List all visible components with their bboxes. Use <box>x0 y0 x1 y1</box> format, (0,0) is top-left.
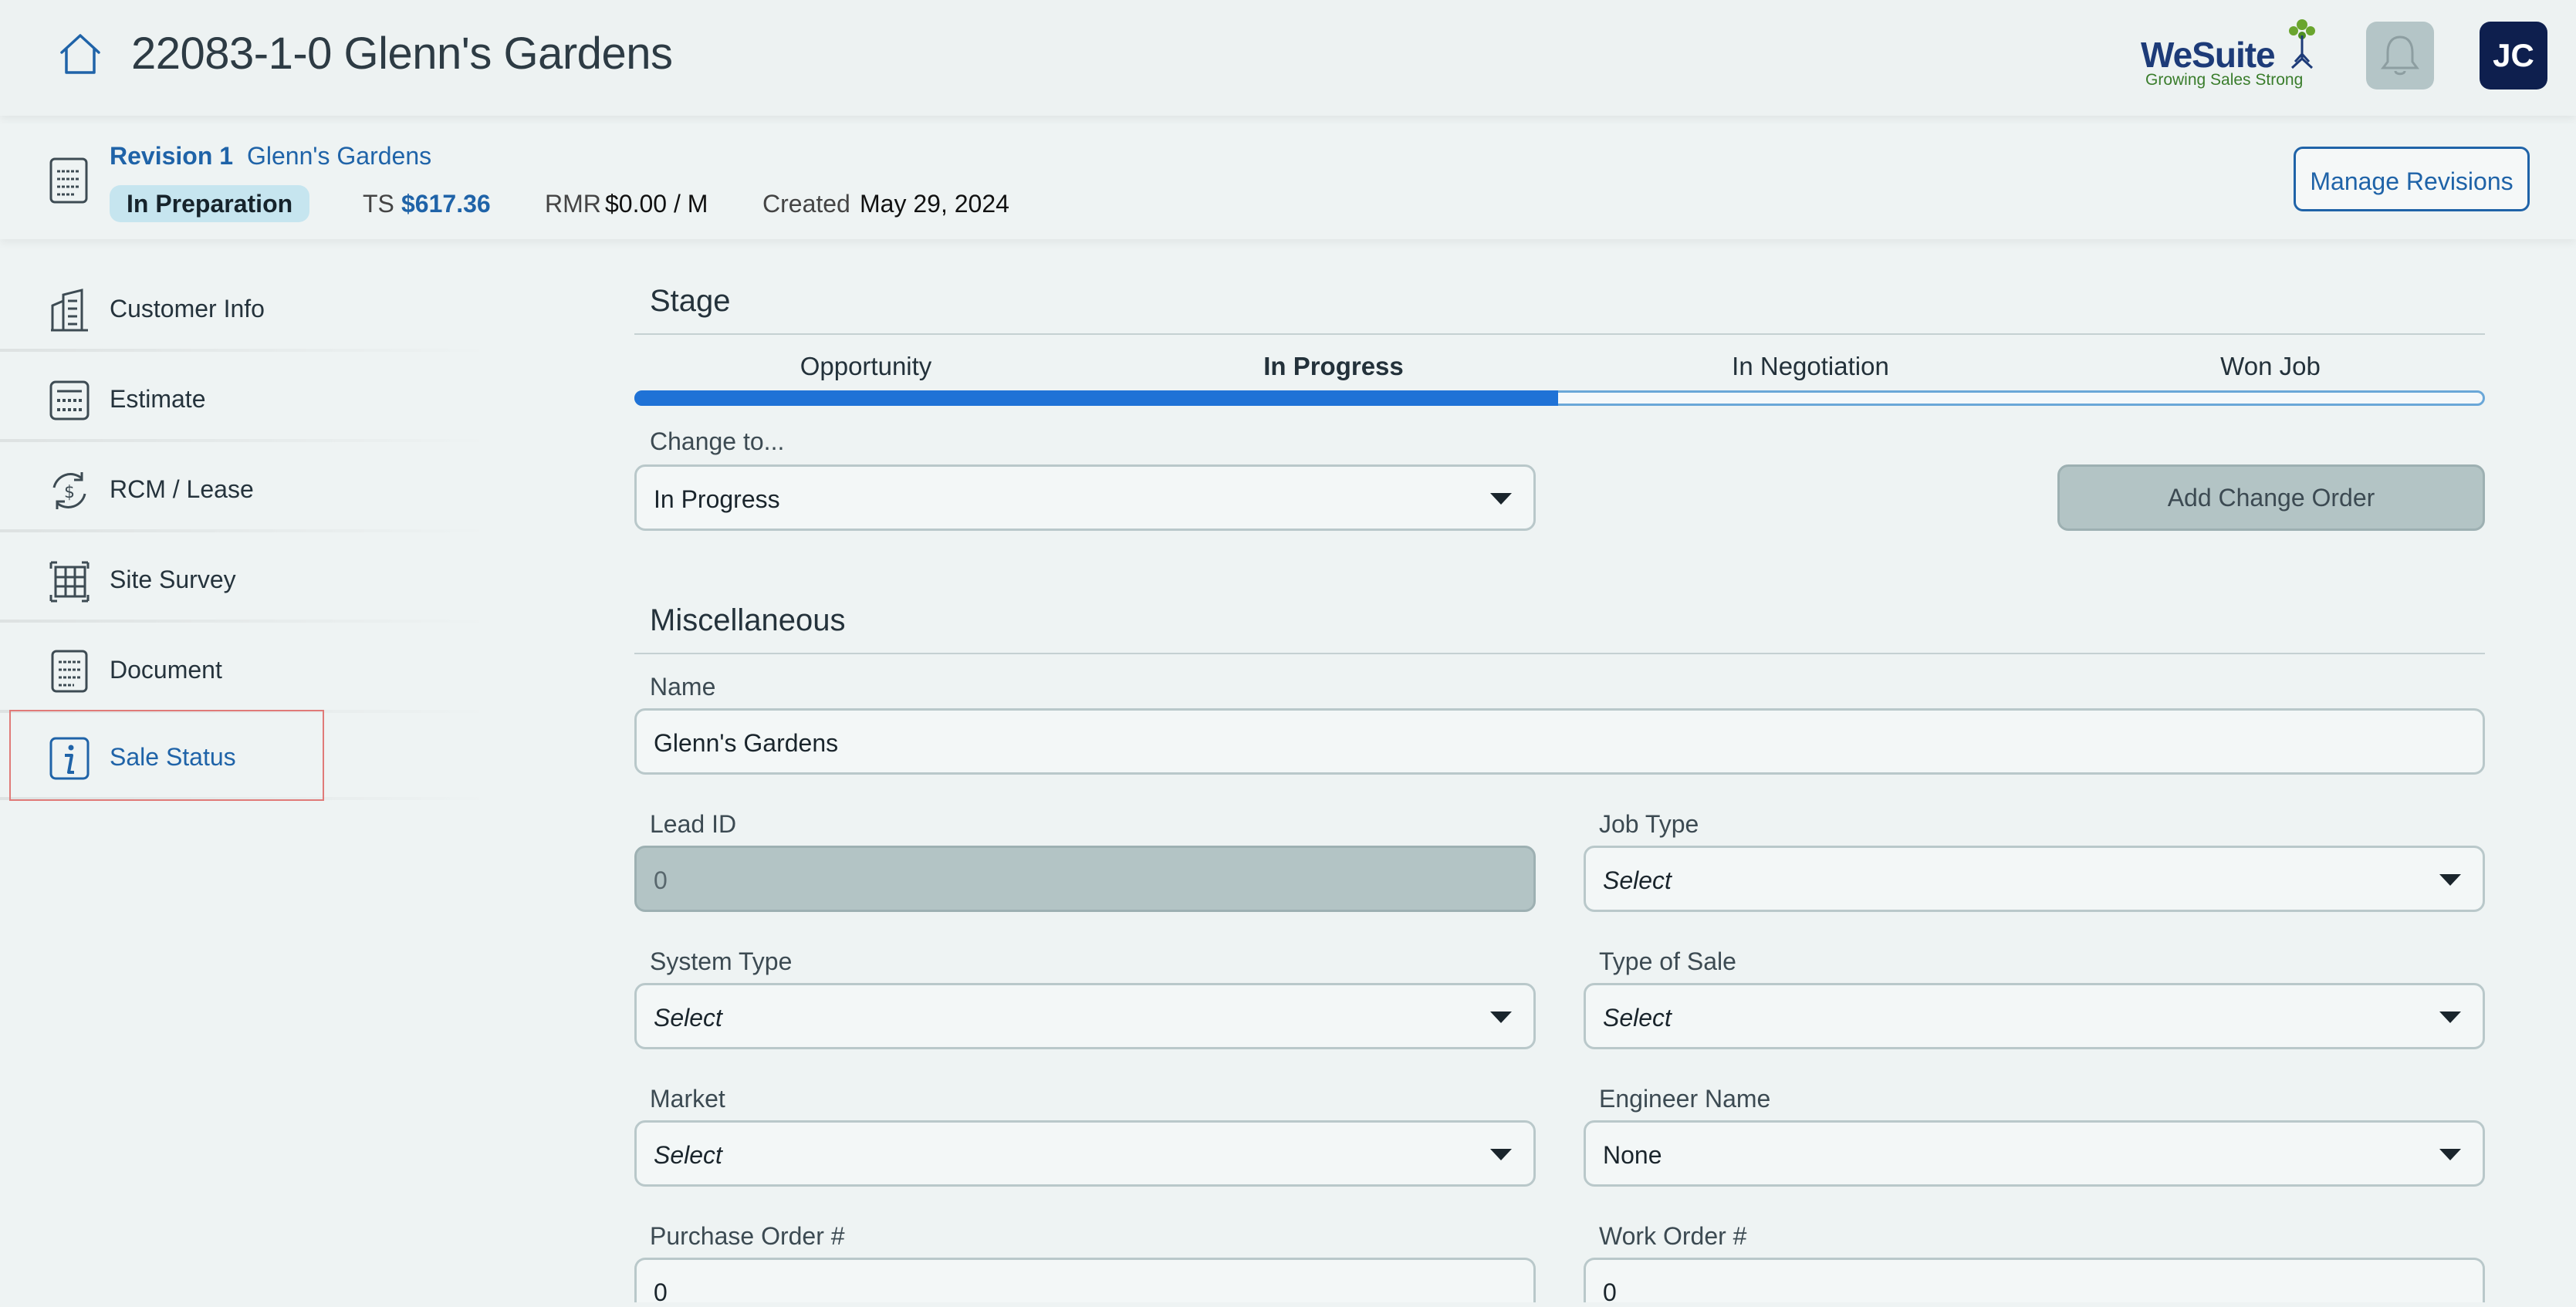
logo-wordmark: WeSuite <box>2141 35 2276 75</box>
home-icon[interactable] <box>56 29 105 79</box>
job-type-value: Select <box>1603 866 1672 894</box>
stage-step-in-progress[interactable]: In Progress <box>1102 352 1565 381</box>
created-label: Created <box>762 190 850 218</box>
work-order-field[interactable]: 0 <box>1584 1258 2485 1306</box>
sidebar-item-label: Customer Info <box>110 295 265 323</box>
miscellaneous-section-title: Miscellaneous <box>650 603 846 637</box>
sidebar-item-site-survey[interactable]: Site Survey <box>0 536 494 623</box>
rmr-label: RMR <box>545 190 601 218</box>
sidebar-item-label: Document <box>110 656 222 684</box>
job-type-label: Job Type <box>1599 810 1699 838</box>
selection-highlight <box>9 710 324 801</box>
ts-label: TS <box>363 190 394 218</box>
change-to-value: In Progress <box>654 485 780 513</box>
revision-name[interactable]: Glenn's Gardens <box>247 142 431 171</box>
chevron-down-icon <box>2439 1149 2461 1160</box>
document-icon <box>49 157 88 204</box>
lead-id-label: Lead ID <box>650 810 737 838</box>
rmr-value: $0.00 / M <box>605 190 708 218</box>
dollar-cycle-icon: $ <box>52 472 86 509</box>
sidebar-item-estimate[interactable]: Estimate <box>0 356 494 442</box>
divider <box>0 620 494 623</box>
chevron-down-icon <box>2439 874 2461 886</box>
sidebar-item-label: Estimate <box>110 385 206 413</box>
market-select[interactable]: Select <box>634 1120 1536 1187</box>
divider <box>0 349 494 352</box>
chevron-down-icon <box>1490 1149 1512 1160</box>
logo-tagline: Growing Sales Strong <box>2145 71 2304 89</box>
svg-text:$: $ <box>64 483 75 502</box>
name-value: Glenn's Gardens <box>654 729 839 757</box>
purchase-order-value: 0 <box>654 1278 668 1306</box>
market-label: Market <box>650 1085 725 1113</box>
user-avatar[interactable]: JC <box>2480 22 2547 89</box>
type-of-sale-value: Select <box>1603 1004 1672 1032</box>
page-title: 22083-1-0 Glenn's Gardens <box>131 29 673 79</box>
stage-step-in-negotiation[interactable]: In Negotiation <box>1579 352 2042 381</box>
revision-label: Revision 1 <box>110 142 234 170</box>
stage-progress-fill <box>634 390 1558 406</box>
divider <box>0 439 494 442</box>
sidebar-item-label: RCM / Lease <box>110 475 254 503</box>
system-type-select[interactable]: Select <box>634 983 1536 1049</box>
job-type-select[interactable]: Select <box>1584 846 2485 912</box>
calculator-icon <box>49 380 90 420</box>
purchase-order-field[interactable]: 0 <box>634 1258 1536 1306</box>
sidebar-item-rcm-lease[interactable]: $ RCM / Lease <box>0 446 494 532</box>
work-order-value: 0 <box>1603 1278 1617 1306</box>
type-of-sale-select[interactable]: Select <box>1584 983 2485 1049</box>
divider <box>634 653 2485 654</box>
wesuite-logo: WeSuite Growing Sales Strong <box>2141 15 2318 93</box>
revision-bar <box>0 123 2576 239</box>
engineer-name-select[interactable]: None <box>1584 1120 2485 1187</box>
divider <box>634 333 2485 335</box>
work-order-label: Work Order # <box>1599 1222 1747 1250</box>
chevron-down-icon <box>2439 1011 2461 1023</box>
purchase-order-label: Purchase Order # <box>650 1222 845 1250</box>
stage-section-title: Stage <box>650 284 731 318</box>
change-to-select[interactable]: In Progress <box>634 464 1536 531</box>
tree-icon <box>2289 19 2315 69</box>
manage-revisions-button[interactable]: Manage Revisions <box>2294 147 2530 211</box>
building-icon <box>51 289 88 332</box>
lead-id-value: 0 <box>654 866 668 894</box>
created-value: May 29, 2024 <box>860 190 1009 218</box>
engineer-name-value: None <box>1603 1141 1662 1169</box>
chevron-down-icon <box>1490 493 1512 505</box>
ts-value: $617.36 <box>401 190 491 218</box>
name-field[interactable]: Glenn's Gardens <box>634 708 2485 775</box>
status-badge: In Preparation <box>110 185 310 222</box>
sidebar-item-customer-info[interactable]: Customer Info <box>0 265 494 352</box>
market-value: Select <box>654 1141 722 1169</box>
sidebar-item-label: Site Survey <box>110 566 236 593</box>
change-to-label: Change to... <box>650 427 785 455</box>
notifications-button[interactable] <box>2366 22 2434 89</box>
stage-step-opportunity[interactable]: Opportunity <box>634 352 1097 381</box>
chevron-down-icon <box>1490 1011 1512 1023</box>
stage-step-won-job[interactable]: Won Job <box>2039 352 2502 381</box>
add-change-order-button[interactable]: Add Change Order <box>2057 464 2485 531</box>
engineer-name-label: Engineer Name <box>1599 1085 1771 1113</box>
system-type-value: Select <box>654 1004 722 1032</box>
divider <box>0 529 494 532</box>
grid-icon <box>49 561 90 603</box>
sidebar-item-document[interactable]: Document <box>0 626 494 713</box>
bell-icon <box>2381 35 2419 76</box>
document-icon <box>51 650 88 693</box>
lead-id-field: 0 <box>634 846 1536 912</box>
name-label: Name <box>650 673 716 701</box>
type-of-sale-label: Type of Sale <box>1599 947 1736 975</box>
system-type-label: System Type <box>650 947 793 975</box>
